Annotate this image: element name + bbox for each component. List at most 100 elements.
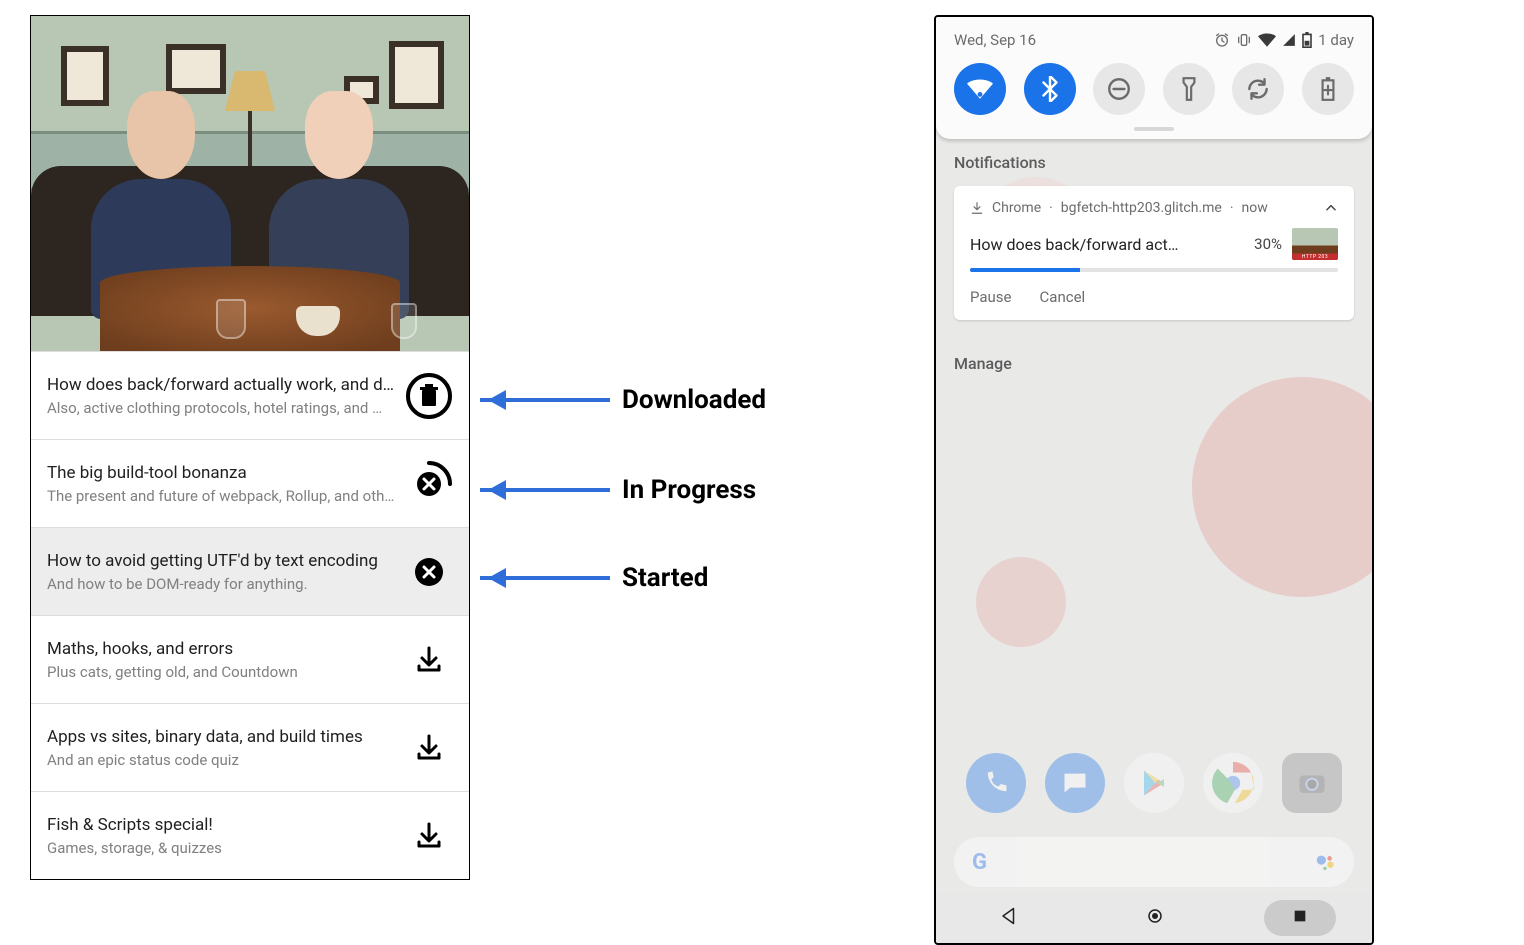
notif-pause-button[interactable]: Pause — [970, 288, 1012, 306]
download-button[interactable] — [405, 812, 453, 860]
alarm-icon — [1214, 32, 1230, 48]
notif-progress-track — [970, 268, 1338, 272]
cancel-download-button[interactable] — [405, 548, 453, 596]
episode-item-1[interactable]: How does back/forward actually work, and… — [31, 351, 469, 439]
annotation-started: Started — [480, 563, 708, 593]
arrow-icon — [480, 398, 610, 402]
episode-subtitle: Games, storage, & quizzes — [47, 839, 395, 857]
annotation-label: Started — [622, 563, 708, 593]
home-search-bar[interactable]: G — [954, 837, 1354, 887]
episode-title: How to avoid getting UTF'd by text encod… — [47, 551, 395, 571]
system-nav-bar — [936, 893, 1372, 943]
delete-download-button[interactable] — [405, 372, 453, 420]
qs-drag-handle[interactable] — [1134, 127, 1174, 131]
rotate-icon — [1245, 76, 1271, 102]
status-date: Wed, Sep 16 — [954, 31, 1036, 49]
episode-text: The big build-tool bonanza The present a… — [47, 463, 405, 505]
episode-title: The big build-tool bonanza — [47, 463, 395, 483]
dnd-icon — [1106, 76, 1132, 102]
dock-messages-icon[interactable] — [1045, 753, 1105, 813]
episode-text: Fish & Scripts special! Games, storage, … — [47, 815, 405, 857]
episode-subtitle: And how to be DOM-ready for anything. — [47, 575, 395, 593]
notifications-area: Notifications Chrome · bgfetch-http203.g… — [936, 139, 1372, 334]
notif-app-name: Chrome — [992, 200, 1041, 216]
notif-source: bgfetch-http203.glitch.me — [1061, 200, 1222, 216]
episode-item-6[interactable]: Fish & Scripts special! Games, storage, … — [31, 791, 469, 879]
cancel-icon — [414, 557, 444, 587]
episode-text: Apps vs sites, binary data, and build ti… — [47, 727, 405, 769]
annotation-in-progress: In Progress — [480, 475, 756, 505]
notif-thumbnail — [1292, 228, 1338, 260]
episode-item-2[interactable]: The big build-tool bonanza The present a… — [31, 439, 469, 527]
quick-settings-panel: Wed, Sep 16 1 day — [936, 17, 1372, 139]
dock-play-store-icon[interactable] — [1124, 753, 1184, 813]
annotation-downloaded: Downloaded — [480, 385, 766, 415]
nav-recents-icon — [1292, 908, 1308, 924]
episode-title: Maths, hooks, and errors — [47, 639, 395, 659]
battery-saver-icon — [1320, 76, 1336, 102]
phone-mockup: Wed, Sep 16 1 day — [934, 15, 1374, 945]
assistant-icon — [1314, 851, 1336, 873]
download-icon — [415, 646, 443, 674]
vibrate-icon — [1236, 32, 1252, 48]
cancel-download-button[interactable] — [405, 460, 453, 508]
qs-bluetooth-toggle[interactable] — [1024, 63, 1076, 115]
manage-button[interactable]: Manage — [936, 334, 1372, 393]
episode-item-3[interactable]: How to avoid getting UTF'd by text encod… — [31, 527, 469, 615]
qs-dnd-toggle[interactable] — [1093, 63, 1145, 115]
notif-cancel-button[interactable]: Cancel — [1040, 288, 1086, 306]
progress-cancel-icon — [405, 460, 453, 508]
arrow-icon — [480, 488, 610, 492]
arrow-icon — [480, 576, 610, 580]
status-icons: 1 day — [1214, 31, 1354, 49]
app-episode-list: How does back/forward actually work, and… — [30, 15, 470, 880]
flashlight-icon — [1181, 76, 1197, 102]
episode-text: How to avoid getting UTF'd by text encod… — [47, 551, 405, 593]
episode-title: Fish & Scripts special! — [47, 815, 395, 835]
notifications-heading: Notifications — [954, 153, 1354, 172]
episode-text: How does back/forward actually work, and… — [47, 375, 405, 417]
download-button[interactable] — [405, 724, 453, 772]
download-icon — [970, 201, 984, 215]
nav-recents-button[interactable] — [1264, 900, 1336, 936]
dock-chrome-icon[interactable] — [1203, 753, 1263, 813]
episode-item-4[interactable]: Maths, hooks, and errors Plus cats, gett… — [31, 615, 469, 703]
annotation-label: In Progress — [622, 475, 756, 505]
episode-subtitle: The present and future of webpack, Rollu… — [47, 487, 395, 505]
episode-item-5[interactable]: Apps vs sites, binary data, and build ti… — [31, 703, 469, 791]
download-icon — [415, 822, 443, 850]
qs-rotate-toggle[interactable] — [1232, 63, 1284, 115]
notif-title: How does back/forward act… — [970, 235, 1178, 254]
download-notification[interactable]: Chrome · bgfetch-http203.glitch.me · now… — [954, 186, 1354, 320]
dock-phone-icon[interactable] — [966, 753, 1026, 813]
notif-bullet: · — [1230, 200, 1234, 216]
episode-text: Maths, hooks, and errors Plus cats, gett… — [47, 639, 405, 681]
bluetooth-icon — [1042, 76, 1058, 102]
episode-subtitle: Plus cats, getting old, and Countdown — [47, 663, 395, 681]
nav-home-button[interactable] — [1118, 899, 1192, 937]
download-button[interactable] — [405, 636, 453, 684]
wifi-icon — [967, 79, 993, 99]
notif-progress-bar — [970, 268, 1080, 272]
qs-flashlight-toggle[interactable] — [1163, 63, 1215, 115]
episode-subtitle: Also, active clothing protocols, hotel r… — [47, 399, 395, 417]
battery-icon — [1302, 32, 1312, 48]
qs-wifi-toggle[interactable] — [954, 63, 1006, 115]
download-icon — [415, 734, 443, 762]
hero-image — [31, 16, 469, 351]
nav-home-icon — [1146, 907, 1164, 925]
home-dock — [966, 753, 1342, 813]
chevron-up-icon[interactable] — [1324, 201, 1338, 215]
qs-battery-saver-toggle[interactable] — [1302, 63, 1354, 115]
battery-label: 1 day — [1318, 31, 1354, 49]
trash-circle-icon — [405, 372, 453, 420]
google-logo-icon: G — [972, 850, 987, 875]
wifi-icon — [1258, 33, 1276, 47]
nav-back-button[interactable] — [972, 899, 1046, 937]
annotation-label: Downloaded — [622, 385, 766, 415]
dock-camera-icon[interactable] — [1282, 753, 1342, 813]
nav-back-icon — [1000, 907, 1018, 925]
episode-title: Apps vs sites, binary data, and build ti… — [47, 727, 395, 747]
notif-bullet: · — [1049, 200, 1053, 216]
episode-subtitle: And an epic status code quiz — [47, 751, 395, 769]
